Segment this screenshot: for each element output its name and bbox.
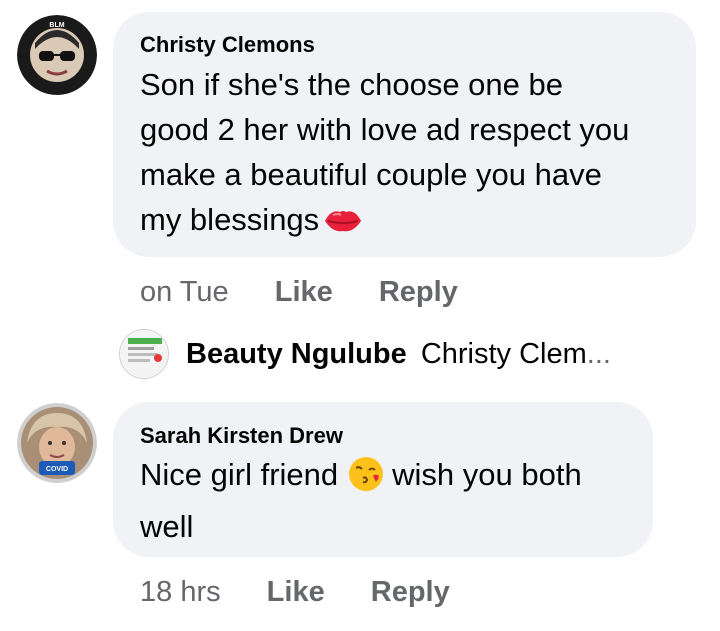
- avatar-badge-text: BLM: [49, 22, 64, 29]
- comment-author[interactable]: Sarah Kirsten Drew: [140, 423, 343, 449]
- avatar-christy-clemons[interactable]: BLM: [17, 15, 97, 95]
- like-button[interactable]: Like: [267, 576, 325, 609]
- comment-author[interactable]: Christy Clemons: [140, 32, 315, 58]
- reply-preview[interactable]: Beauty Ngulube Christy Clem...: [186, 338, 611, 371]
- comment-time[interactable]: 18 hrs: [140, 576, 221, 609]
- comment-text-line: good 2 her with love ad respect you: [140, 112, 630, 147]
- face-blowing-kiss-icon: [348, 456, 384, 504]
- comment-actions: on Tue Like Reply: [140, 276, 458, 309]
- comment-actions: 18 hrs Like Reply: [140, 576, 450, 609]
- reply-button[interactable]: Reply: [371, 576, 450, 609]
- reply-author[interactable]: Beauty Ngulube: [186, 338, 407, 370]
- comment-text: Son if she's the choose one be good 2 he…: [140, 62, 629, 249]
- kiss-mark-icon: [323, 204, 363, 249]
- comment-text-line: well: [140, 509, 194, 544]
- comment-text-line: Nice girl friend wish you both: [140, 452, 582, 504]
- reply-preview-ellipsis: ...: [586, 338, 611, 370]
- comment-time[interactable]: on Tue: [140, 276, 229, 309]
- comment-text-line: my blessings: [140, 197, 629, 249]
- comment-text-fragment: Nice girl friend: [140, 457, 339, 492]
- comment-text-line: make a beautiful couple you have: [140, 157, 602, 192]
- comment-text-fragment: my blessings: [140, 202, 320, 237]
- comment-text: Nice girl friend wish you both well: [140, 452, 582, 549]
- like-button[interactable]: Like: [275, 276, 333, 309]
- avatar-beauty-ngulube[interactable]: [119, 329, 169, 379]
- reply-preview-text: Christy Clem: [420, 338, 587, 370]
- comment-text-fragment: wish you both: [392, 457, 582, 492]
- reply-button[interactable]: Reply: [379, 276, 458, 309]
- avatar-sarah-kirsten-drew[interactable]: COVID: [17, 403, 97, 483]
- avatar-badge-text: COVID: [46, 466, 68, 473]
- comment-text-line: Son if she's the choose one be: [140, 67, 563, 102]
